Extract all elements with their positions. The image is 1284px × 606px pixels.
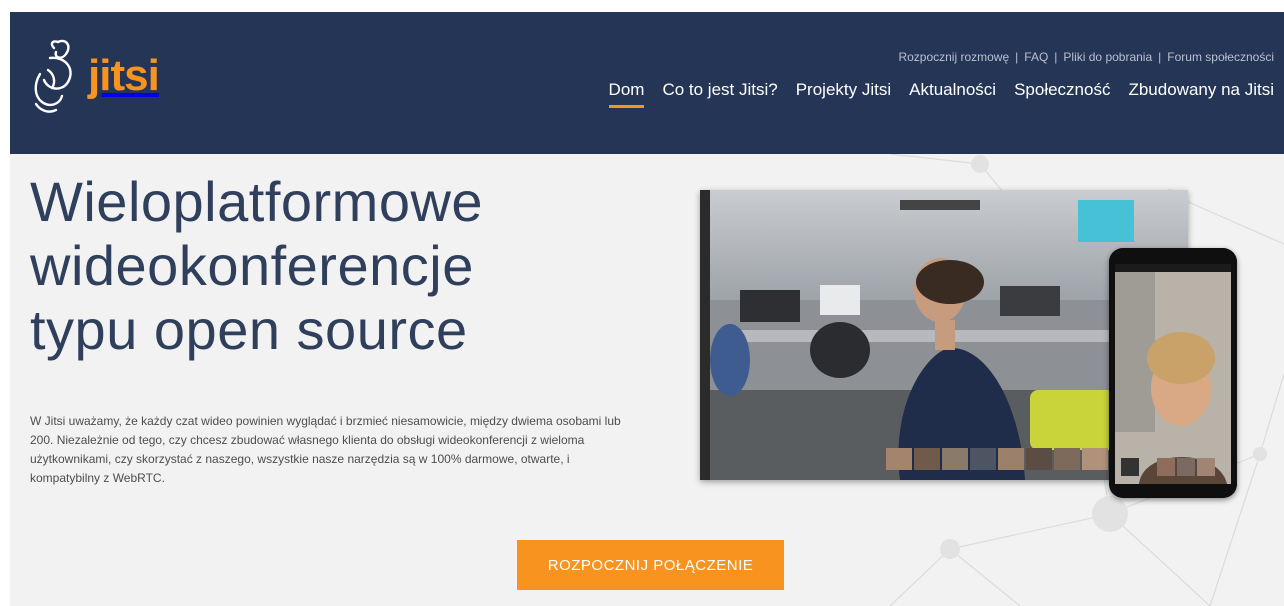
top-link-separator: | [1015,50,1019,64]
page: jitsi Rozpocznij rozmowę | FAQ | Pliki do po… [0,0,1284,606]
nav-item-home[interactable]: Dom [608,80,644,108]
hero-title-line: typu open source [30,298,468,361]
start-call-button[interactable]: ROZPOCZNIJ POŁĄCZENIE [517,540,784,590]
nav-item-community[interactable]: Społeczność [1014,80,1110,108]
nav-item-projects[interactable]: Projekty Jitsi [796,80,891,108]
hero-title-line: Wieloplatformowe [30,170,484,233]
hero-section: Wieloplatformowe wideokonferencje typu o… [10,154,1284,606]
logo-wordmark: jitsi [88,51,160,100]
top-link-faq[interactable]: FAQ [1024,50,1048,64]
jitsi-logo[interactable]: jitsi [28,34,188,118]
nav-item-news[interactable]: Aktualności [909,80,996,108]
nav-item-what-is-jitsi[interactable]: Co to jest Jitsi? [662,80,777,108]
hero-description: W Jitsi uważamy, że każdy czat wideo pow… [30,414,621,485]
jitsi-logo-icon [34,39,72,113]
hero-title: Wieloplatformowe wideokonferencje typu o… [30,170,670,362]
hero-title-line: wideokonferencje [30,234,474,297]
top-link-separator: | [1158,50,1162,64]
mobile-video-call-screenshot [1109,248,1237,498]
main-navigation: Dom Co to jest Jitsi? Projekty Jitsi Akt… [608,80,1274,108]
site-header: jitsi Rozpocznij rozmowę | FAQ | Pliki do po… [10,12,1284,154]
top-link-forum[interactable]: Forum społeczności [1167,50,1274,64]
utility-links: Rozpocznij rozmowę | FAQ | Pliki do pobrania… [898,50,1274,64]
top-link-separator: | [1054,50,1058,64]
top-link-downloads[interactable]: Pliki do pobrania [1063,50,1152,64]
nav-item-built-on-jitsi[interactable]: Zbudowany na Jitsi [1128,80,1274,108]
top-link-start-call[interactable]: Rozpocznij rozmowę [898,50,1009,64]
